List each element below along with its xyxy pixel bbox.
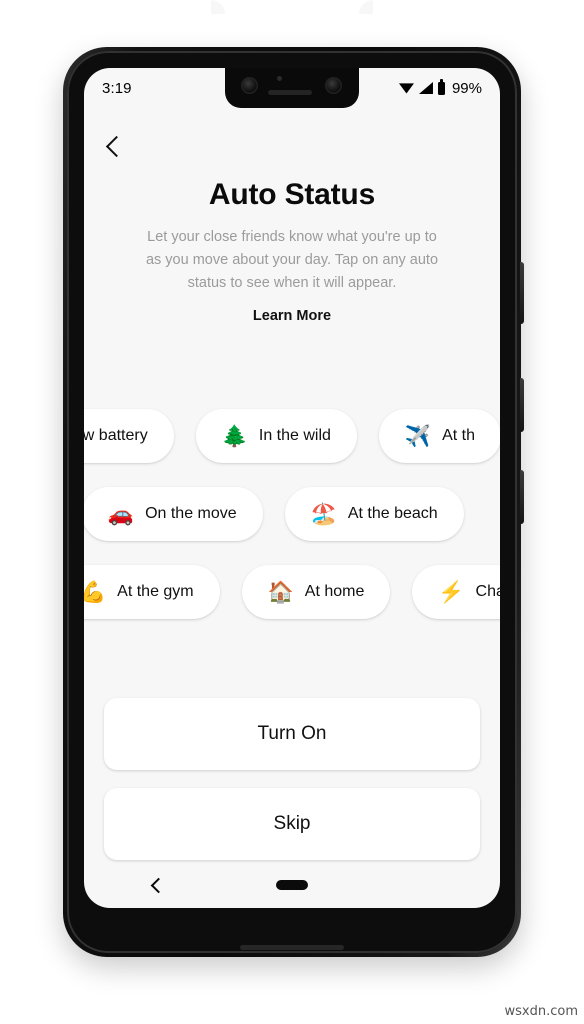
volume-down-button[interactable] [520,470,524,524]
chip-label: At the beach [347,505,438,522]
system-navigation-bar [84,862,500,908]
chip-charging[interactable]: ⚡ Cha [412,565,500,619]
back-button[interactable] [102,134,128,160]
chip-in-the-wild[interactable]: 🌲 In the wild [195,409,357,463]
notch-corner-right [359,0,373,14]
skip-button[interactable]: Skip [104,788,480,860]
airplane-icon: ✈️ [404,424,432,448]
front-camera-icon [241,77,258,94]
app-bar [84,134,500,168]
wifi-icon [398,83,414,94]
action-button-stack: Turn On Skip [104,698,480,878]
notch-corner-left [211,0,225,14]
evergreen-tree-icon: 🌲 [221,424,248,448]
nav-home-pill-icon[interactable] [276,880,308,890]
chip-low-battery[interactable]: Low battery [84,409,174,463]
chip-at-the-airport[interactable]: ✈️ At th [378,409,500,463]
status-bar-clock: 3:19 [102,79,132,97]
nav-back-icon[interactable] [146,875,166,895]
chip-label: Low battery [84,427,148,444]
chip-label: On the move [145,505,237,522]
cellular-signal-icon [418,82,433,94]
chip-at-the-beach[interactable]: 🏖️ At the beach [284,487,464,541]
watermark: wsxdn.com [504,1004,579,1019]
chip-at-the-gym[interactable]: 💪 At the gym [84,565,220,619]
auto-status-chip-area: Low battery 🌲 In the wild ✈️ At th g 🚗 [84,398,500,648]
car-icon: 🚗 [107,502,135,526]
display-notch [225,68,359,108]
chip-label: In the wild [258,427,331,444]
lightning-bolt-icon: ⚡ [438,580,465,604]
battery-icon [437,79,445,95]
chip-label: At th [442,427,475,444]
flexed-biceps-icon: 💪 [84,580,107,604]
chip-label: At home [304,583,365,600]
earpiece-speaker-icon [268,90,312,95]
chip-row-2: g 🚗 On the move 🏖️ At the beach [84,486,464,542]
turn-on-button[interactable]: Turn On [104,698,480,770]
page-description: Let your close friends know what you're … [145,229,439,291]
status-bar-indicators: 99% [398,79,482,97]
beach-umbrella-icon: 🏖️ [310,502,337,526]
chip-label: At the gym [117,583,194,600]
chip-row-1: Low battery 🌲 In the wild ✈️ At th [84,408,500,464]
power-button[interactable] [520,262,524,324]
learn-more-link[interactable]: Learn More [84,308,500,324]
bottom-speaker-grille [240,945,344,950]
battery-percent-label: 99% [451,79,482,97]
phone-screen: 3:19 99% Auto Status Let your close frie… [84,68,500,908]
chip-label: Cha [475,583,500,600]
chip-on-the-move[interactable]: 🚗 On the move [84,487,263,541]
chip-at-home[interactable]: 🏠 At home [241,565,391,619]
house-icon: 🏠 [267,580,294,604]
front-camera-icon [325,77,342,94]
page-title: Auto Status [208,178,376,211]
volume-up-button[interactable] [520,378,524,432]
proximity-sensor-icon [277,76,282,81]
chip-row-3: 💪 At the gym 🏠 At home ⚡ Cha [84,564,500,620]
screenshot-canvas: 3:19 99% Auto Status Let your close frie… [0,0,584,1024]
